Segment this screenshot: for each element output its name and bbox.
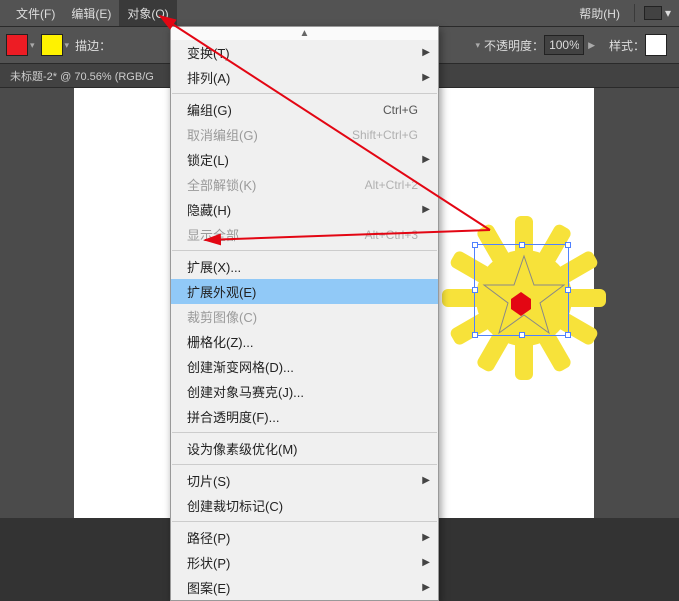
selection-handle[interactable] — [519, 242, 525, 248]
menu-file[interactable]: 文件(F) — [8, 0, 63, 26]
stroke-label: 描边： — [75, 37, 111, 54]
selection-handle[interactable] — [565, 287, 571, 293]
menu-slice[interactable]: 切片(S)▶ — [171, 468, 438, 493]
submenu-arrow-icon: ▶ — [422, 204, 430, 215]
selection-handle[interactable] — [472, 332, 478, 338]
menu-expand-appearance[interactable]: 扩展外观(E) — [171, 279, 438, 304]
style-swatch[interactable] — [645, 34, 667, 56]
chevron-down-icon: ▾ — [65, 40, 70, 51]
opacity-label: 不透明度： — [484, 37, 544, 54]
menu-hide[interactable]: 隐藏(H)▶ — [171, 197, 438, 222]
fill-swatch[interactable] — [6, 34, 28, 56]
menu-edit[interactable]: 编辑(E) — [63, 0, 119, 26]
menu-unlock-all: 全部解锁(K)Alt+Ctrl+2 — [171, 172, 438, 197]
menu-transform[interactable]: 变换(T)▶ — [171, 40, 438, 65]
style-label: 样式： — [609, 37, 645, 54]
chevron-down-icon: ▾ — [30, 40, 35, 51]
chevron-down-icon: ▾ — [665, 6, 671, 20]
selection-bounds[interactable] — [474, 244, 569, 336]
submenu-arrow-icon: ▶ — [422, 154, 430, 165]
submenu-arrow-icon: ▶ — [422, 532, 430, 543]
menu-flatten-transparency[interactable]: 拼合透明度(F)... — [171, 404, 438, 429]
submenu-arrow-icon: ▶ — [422, 557, 430, 568]
submenu-arrow-icon: ▶ — [422, 47, 430, 58]
selection-handle[interactable] — [565, 242, 571, 248]
menu-lock[interactable]: 锁定(L)▶ — [171, 147, 438, 172]
menu-scroll-up-icon[interactable]: ▲ — [171, 27, 438, 40]
stroke-swatch[interactable] — [41, 34, 63, 56]
chevron-down-icon: ▾ — [476, 40, 481, 51]
selection-handle[interactable] — [565, 332, 571, 338]
menu-pattern[interactable]: 图案(E)▶ — [171, 575, 438, 600]
selection-handle[interactable] — [519, 332, 525, 338]
menu-ungroup: 取消编组(G)Shift+Ctrl+G — [171, 122, 438, 147]
menu-rasterize[interactable]: 栅格化(Z)... — [171, 329, 438, 354]
submenu-arrow-icon: ▶ — [422, 582, 430, 593]
workspace-icon[interactable] — [644, 6, 662, 20]
menu-pixel-perfect[interactable]: 设为像素级优化(M) — [171, 436, 438, 461]
selection-handle[interactable] — [472, 287, 478, 293]
menu-expand[interactable]: 扩展(X)... — [171, 254, 438, 279]
submenu-arrow-icon: ▶ — [422, 72, 430, 83]
menubar: 文件(F) 编辑(E) 对象(O) 帮助(H) ▾ — [0, 0, 679, 26]
document-title: 未标题-2* @ 70.56% (RGB/G — [10, 68, 154, 84]
menu-gradient-mesh[interactable]: 创建渐变网格(D)... — [171, 354, 438, 379]
object-menu-dropdown: ▲ 变换(T)▶ 排列(A)▶ 编组(G)Ctrl+G 取消编组(G)Shift… — [170, 26, 439, 601]
menu-trim-marks[interactable]: 创建裁切标记(C) — [171, 493, 438, 518]
menu-arrange[interactable]: 排列(A)▶ — [171, 65, 438, 90]
menu-path[interactable]: 路径(P)▶ — [171, 525, 438, 550]
menu-crop-image: 裁剪图像(C) — [171, 304, 438, 329]
opacity-input[interactable] — [544, 35, 584, 55]
menu-group[interactable]: 编组(G)Ctrl+G — [171, 97, 438, 122]
selection-handle[interactable] — [472, 242, 478, 248]
chevron-right-icon[interactable]: ▶ — [588, 40, 595, 51]
menu-shape[interactable]: 形状(P)▶ — [171, 550, 438, 575]
menu-help[interactable]: 帮助(H) — [571, 0, 628, 26]
menu-object-mosaic[interactable]: 创建对象马赛克(J)... — [171, 379, 438, 404]
menu-object[interactable]: 对象(O) — [119, 0, 176, 26]
menu-show-all: 显示全部Alt+Ctrl+3 — [171, 222, 438, 247]
submenu-arrow-icon: ▶ — [422, 475, 430, 486]
